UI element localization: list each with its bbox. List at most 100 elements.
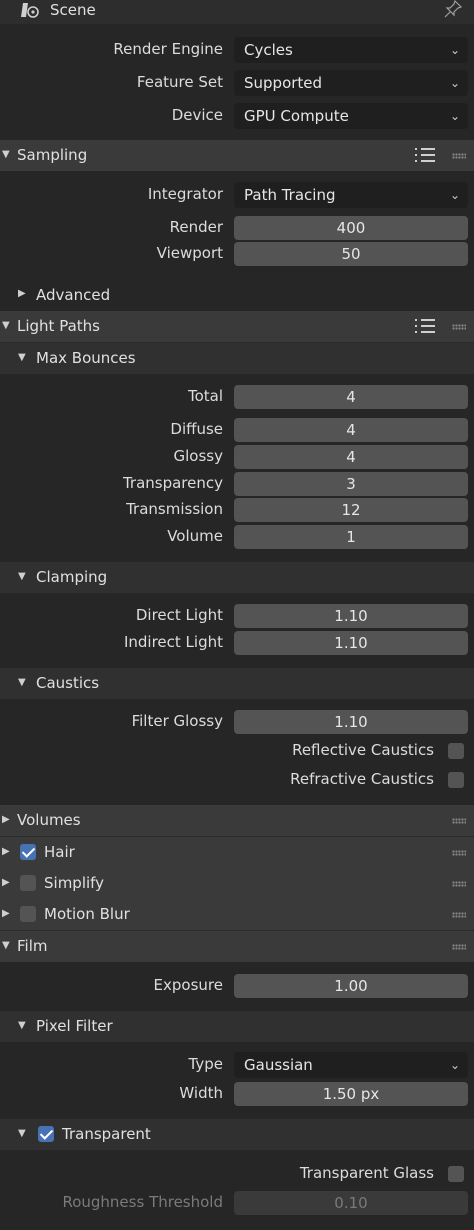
direct-light-field[interactable]: 1.10 bbox=[234, 604, 468, 628]
indirect-light-field[interactable]: 1.10 bbox=[234, 631, 468, 655]
expanded-triangle-icon: ▼ bbox=[18, 352, 26, 363]
roughness-threshold-field[interactable]: 0.10 bbox=[234, 1191, 468, 1215]
filter-width-label: Width bbox=[179, 1084, 223, 1102]
hair-checkbox[interactable] bbox=[20, 844, 36, 860]
transparent-title: Transparent bbox=[62, 1125, 151, 1143]
device-dropdown[interactable]: GPU Compute ⌄ bbox=[234, 103, 468, 129]
collapsed-triangle-icon: ▶ bbox=[2, 814, 10, 825]
max-bounces-subpanel-header[interactable]: ▼ Max Bounces bbox=[0, 343, 474, 374]
total-bounces-field[interactable]: 4 bbox=[234, 385, 468, 409]
reflective-caustics-checkbox[interactable] bbox=[448, 743, 464, 759]
chevron-down-icon: ⌄ bbox=[449, 76, 460, 90]
refractive-caustics-label: Refractive Caustics bbox=[290, 770, 434, 788]
motion-blur-title: Motion Blur bbox=[44, 905, 130, 923]
presets-list-icon[interactable] bbox=[415, 147, 435, 163]
collapsed-triangle-icon: ▶ bbox=[2, 846, 10, 857]
drag-handle-icon[interactable] bbox=[452, 850, 466, 856]
scene-header: Scene bbox=[0, 0, 474, 24]
light-paths-panel-header[interactable]: ▼ Light Paths bbox=[0, 311, 474, 342]
expanded-triangle-icon: ▼ bbox=[18, 1020, 26, 1031]
transparency-bounces-field[interactable]: 3 bbox=[234, 472, 468, 496]
viewport-samples-field[interactable]: 50 bbox=[234, 242, 468, 266]
volumes-panel-header[interactable]: ▶ Volumes bbox=[0, 805, 474, 836]
chevron-down-icon: ⌄ bbox=[449, 1058, 460, 1072]
advanced-title: Advanced bbox=[36, 286, 111, 304]
motion-blur-panel-header[interactable]: ▶ Motion Blur bbox=[0, 899, 474, 930]
expanded-triangle-icon: ▼ bbox=[18, 1128, 26, 1139]
volumes-title: Volumes bbox=[17, 811, 81, 829]
caustics-subpanel-header[interactable]: ▼ Caustics bbox=[0, 668, 474, 699]
expanded-triangle-icon: ▼ bbox=[18, 677, 26, 688]
transmission-bounces-field[interactable]: 12 bbox=[234, 498, 468, 522]
presets-list-icon[interactable] bbox=[415, 318, 435, 334]
feature-set-value: Supported bbox=[244, 74, 323, 92]
transparent-glass-checkbox[interactable] bbox=[448, 1166, 464, 1182]
filter-width-field[interactable]: 1.50 px bbox=[234, 1082, 468, 1106]
filter-glossy-field[interactable]: 1.10 bbox=[234, 710, 468, 734]
transparency-bounces-label: Transparency bbox=[122, 474, 223, 492]
glossy-bounces-field[interactable]: 4 bbox=[234, 445, 468, 469]
render-engine-label: Render Engine bbox=[113, 40, 223, 58]
refractive-caustics-checkbox[interactable] bbox=[448, 772, 464, 788]
film-title: Film bbox=[17, 937, 48, 955]
max-bounces-title: Max Bounces bbox=[36, 349, 136, 367]
expanded-triangle-icon: ▼ bbox=[18, 571, 26, 582]
exposure-label: Exposure bbox=[153, 976, 223, 994]
motion-blur-checkbox[interactable] bbox=[20, 906, 36, 922]
filter-type-dropdown[interactable]: Gaussian ⌄ bbox=[234, 1052, 468, 1078]
collapsed-triangle-icon: ▶ bbox=[2, 877, 10, 888]
total-bounces-label: Total bbox=[187, 387, 223, 405]
reflective-caustics-label: Reflective Caustics bbox=[292, 741, 434, 759]
drag-handle-icon[interactable] bbox=[452, 881, 466, 887]
drag-handle-icon[interactable] bbox=[452, 944, 466, 950]
feature-set-dropdown[interactable]: Supported ⌄ bbox=[234, 70, 468, 96]
pin-icon[interactable] bbox=[444, 0, 463, 18]
film-panel-header[interactable]: ▼ Film bbox=[0, 931, 474, 962]
clamping-subpanel-header[interactable]: ▼ Clamping bbox=[0, 562, 474, 593]
advanced-subpanel-header[interactable]: ▶ Advanced bbox=[0, 282, 474, 310]
light-paths-title: Light Paths bbox=[17, 317, 100, 335]
pixel-filter-subpanel-header[interactable]: ▼ Pixel Filter bbox=[0, 1011, 474, 1042]
scene-icon bbox=[20, 1, 40, 19]
collapsed-triangle-icon: ▶ bbox=[2, 908, 10, 919]
simplify-panel-header[interactable]: ▶ Simplify bbox=[0, 868, 474, 899]
diffuse-bounces-field[interactable]: 4 bbox=[234, 418, 468, 442]
integrator-value: Path Tracing bbox=[244, 186, 336, 204]
roughness-threshold-label: Roughness Threshold bbox=[62, 1193, 223, 1211]
drag-handle-icon[interactable] bbox=[452, 818, 466, 824]
render-samples-field[interactable]: 400 bbox=[234, 216, 468, 240]
device-value: GPU Compute bbox=[244, 107, 349, 125]
simplify-title: Simplify bbox=[44, 874, 105, 892]
transparent-checkbox[interactable] bbox=[38, 1126, 54, 1142]
collapsed-triangle-icon: ▶ bbox=[18, 288, 26, 299]
transparent-subpanel-header[interactable]: ▼ Transparent bbox=[0, 1119, 474, 1150]
integrator-label: Integrator bbox=[147, 185, 223, 203]
render-engine-dropdown[interactable]: Cycles ⌄ bbox=[234, 37, 468, 63]
feature-set-label: Feature Set bbox=[136, 73, 223, 91]
transparent-glass-label: Transparent Glass bbox=[299, 1164, 434, 1182]
filter-type-label: Type bbox=[188, 1055, 223, 1073]
viewport-samples-label: Viewport bbox=[156, 244, 223, 262]
transparent-panel bbox=[0, 1150, 474, 1230]
simplify-checkbox[interactable] bbox=[20, 875, 36, 891]
direct-light-label: Direct Light bbox=[135, 606, 223, 624]
render-samples-label: Render bbox=[169, 218, 223, 236]
filter-glossy-label: Filter Glossy bbox=[131, 712, 223, 730]
diffuse-bounces-label: Diffuse bbox=[170, 420, 223, 438]
expanded-triangle-icon: ▼ bbox=[2, 320, 10, 331]
render-engine-value: Cycles bbox=[244, 41, 293, 59]
volume-bounces-field[interactable]: 1 bbox=[234, 525, 468, 549]
glossy-bounces-label: Glossy bbox=[173, 447, 223, 465]
hair-panel-header[interactable]: ▶ Hair bbox=[0, 837, 474, 868]
hair-title: Hair bbox=[44, 843, 75, 861]
integrator-dropdown[interactable]: Path Tracing ⌄ bbox=[234, 182, 468, 208]
chevron-down-icon: ⌄ bbox=[449, 109, 460, 123]
scene-title: Scene bbox=[50, 1, 96, 19]
indirect-light-label: Indirect Light bbox=[123, 633, 223, 651]
drag-handle-icon[interactable] bbox=[452, 912, 466, 918]
drag-handle-icon[interactable] bbox=[452, 324, 466, 330]
chevron-down-icon: ⌄ bbox=[449, 43, 460, 57]
drag-handle-icon[interactable] bbox=[452, 153, 466, 159]
sampling-panel-header[interactable]: ▼ Sampling bbox=[0, 140, 474, 171]
exposure-field[interactable]: 1.00 bbox=[234, 974, 468, 998]
